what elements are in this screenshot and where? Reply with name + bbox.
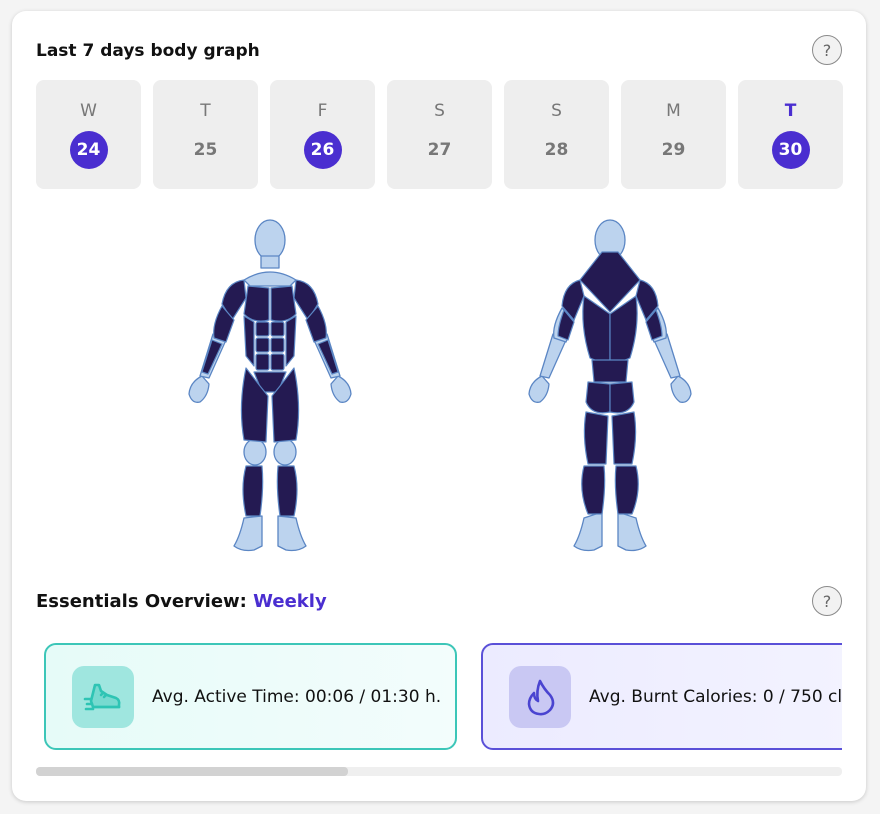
stats-carousel: Avg. Active Time: 00:06 / 01:30 h. Avg. …: [36, 643, 842, 751]
question-icon: ?: [822, 40, 832, 60]
day-number: 29: [661, 140, 686, 160]
overview-title-prefix: Essentials Overview:: [36, 591, 247, 612]
body-back-figure: [528, 219, 692, 552]
day-tile-0[interactable]: W 24: [36, 80, 141, 189]
day-letter: W: [80, 101, 97, 121]
overview-title: Essentials Overview: Weekly: [36, 591, 327, 612]
body-front-figure: [188, 219, 352, 552]
day-number: 28: [544, 140, 569, 160]
help-button[interactable]: ?: [812, 586, 842, 616]
burnt-calories-card[interactable]: Avg. Burnt Calories: 0 / 750 cl.: [481, 643, 842, 750]
day-tile-3[interactable]: S 27: [387, 80, 492, 189]
day-letter: S: [434, 101, 445, 121]
help-button[interactable]: ?: [812, 35, 842, 65]
day-tile-2[interactable]: F 26: [270, 80, 375, 189]
day-number: 30: [771, 131, 810, 169]
active-time-text: Avg. Active Time: 00:06 / 01:30 h.: [152, 686, 442, 707]
burnt-calories-text: Avg. Burnt Calories: 0 / 750 cl.: [589, 686, 842, 707]
body-graph-card: Last 7 days body graph ? W 24 T 25 F 26 …: [12, 11, 866, 801]
day-tile-5[interactable]: M 29: [621, 80, 726, 189]
day-letter: T: [784, 101, 797, 121]
day-number: 25: [193, 140, 218, 160]
overview-period[interactable]: Weekly: [253, 591, 327, 612]
day-number: 24: [69, 131, 108, 169]
day-tile-1[interactable]: T 25: [153, 80, 258, 189]
day-number: 27: [427, 140, 452, 160]
horizontal-scrollbar[interactable]: [36, 767, 842, 776]
day-selector: W 24 T 25 F 26 S 27 S 28 M 29 T 30: [36, 80, 843, 189]
day-letter: M: [666, 101, 681, 121]
day-letter: S: [551, 101, 562, 121]
flame-icon: [509, 665, 571, 728]
scrollbar-thumb[interactable]: [36, 767, 348, 776]
question-icon: ?: [822, 591, 832, 611]
day-number: 26: [303, 131, 342, 169]
day-tile-4[interactable]: S 28: [504, 80, 609, 189]
day-tile-6[interactable]: T 30: [738, 80, 843, 189]
day-letter: T: [200, 101, 211, 121]
body-graph-title: Last 7 days body graph: [36, 41, 260, 61]
active-time-card[interactable]: Avg. Active Time: 00:06 / 01:30 h.: [44, 643, 457, 750]
running-shoe-icon: [72, 665, 134, 728]
day-letter: F: [317, 101, 328, 121]
